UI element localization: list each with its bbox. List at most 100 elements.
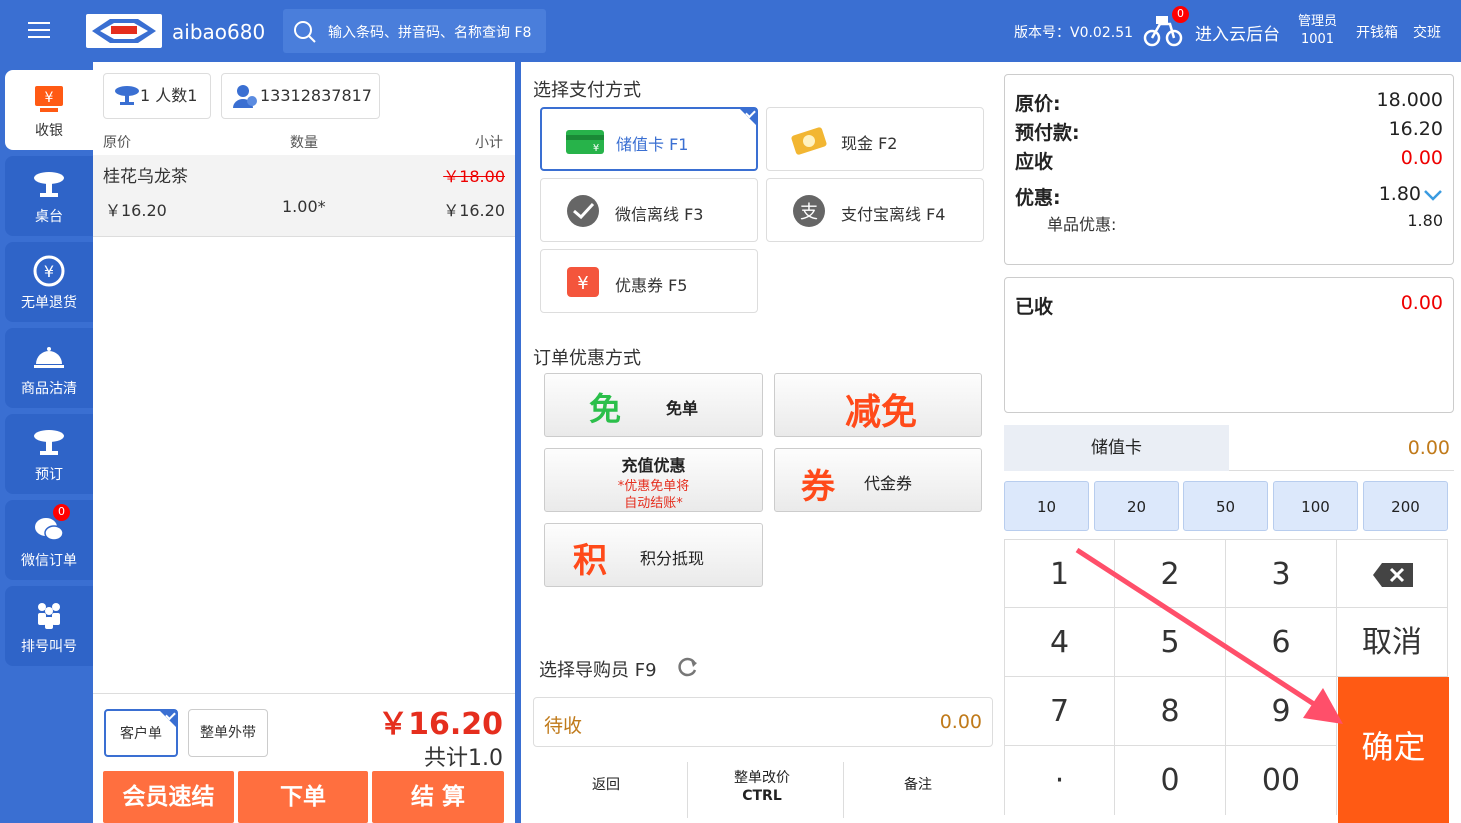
key-7[interactable]: 7	[1004, 677, 1115, 746]
key-0[interactable]: 0	[1115, 746, 1226, 815]
pay-cash-button[interactable]: 现金 F2	[766, 107, 984, 171]
svg-text:¥: ¥	[577, 273, 588, 294]
search-placeholder: 输入条码、拼音码、名称查询 F8	[328, 25, 532, 41]
confirm-key[interactable]: 确定	[1338, 677, 1449, 823]
free-order-button[interactable]: 免 免单	[544, 373, 763, 437]
pay-wechat-offline-button[interactable]: 微信离线 F3	[540, 178, 758, 242]
pending-amount-field: 待收 0.00	[533, 697, 993, 747]
quick-amount-50[interactable]: 50	[1183, 481, 1268, 531]
separator	[843, 762, 844, 818]
order-item-row[interactable]: 桂花乌龙茶 ￥18.00 ￥16.20 1.00* ￥16.20	[93, 155, 515, 237]
user-info[interactable]: 管理员 1001	[1298, 13, 1337, 49]
discount-value: 1.80	[1378, 183, 1421, 205]
col-price-header: 原价	[103, 135, 131, 151]
pay-stored-card-button[interactable]: ¥ 储值卡 F1	[540, 107, 758, 171]
reduce-glyph: 减免	[845, 392, 918, 433]
pay-method-label: 微信离线 F3	[615, 205, 704, 224]
amount-summary: 原价: 18.000 预付款: 16.20 应收 0.00 优惠: 1.80 单…	[1004, 74, 1454, 265]
svg-text:支: 支	[800, 202, 818, 223]
quick-amount-100[interactable]: 100	[1273, 481, 1358, 531]
settlement-panel: 原价: 18.000 预付款: 16.20 应收 0.00 优惠: 1.80 单…	[1001, 62, 1461, 823]
cloud-badge: 0	[1172, 6, 1189, 23]
chevron-down-icon[interactable]	[1423, 189, 1443, 201]
sidebar-item-label: 排号叫号	[21, 639, 77, 655]
key-8[interactable]: 8	[1115, 677, 1226, 746]
pay-method-label: 优惠券 F5	[615, 276, 688, 295]
reduce-button[interactable]: 减免	[774, 373, 982, 437]
order-footer: 客户单 整单外带 ￥16.20 共计1.0 会员速结 下单 结 算	[93, 693, 515, 823]
key-5[interactable]: 5	[1115, 608, 1226, 677]
takeout-toggle[interactable]: 整单外带	[188, 709, 268, 757]
member-quick-checkout-button[interactable]: 会员速结	[103, 771, 234, 823]
sidebar-item-wechat-orders[interactable]: 0 微信订单	[5, 500, 93, 580]
quick-amount-20[interactable]: 20	[1094, 481, 1179, 531]
reservation-icon	[34, 430, 64, 455]
user-role: 管理员	[1298, 14, 1338, 29]
sidebar-item-queue[interactable]: 排号叫号	[5, 586, 93, 666]
place-order-button[interactable]: 下单	[238, 771, 368, 823]
received-label: 已收	[1015, 296, 1054, 318]
pay-method-label: 现金 F2	[841, 134, 898, 153]
customer-order-label: 客户单	[120, 726, 162, 742]
sidebar-item-returns[interactable]: ¥ 无单退货	[5, 242, 93, 322]
pending-label: 待收	[544, 715, 583, 737]
search-input[interactable]: 输入条码、拼音码、名称查询 F8	[283, 9, 546, 53]
quick-amount-10[interactable]: 10	[1004, 481, 1089, 531]
reprice-button[interactable]: 整单改价 CTRL	[689, 757, 835, 823]
key-dot[interactable]: ·	[1004, 746, 1115, 815]
sidebar-item-cashier[interactable]: ¥ 收银	[5, 70, 93, 150]
people-count-chip[interactable]: 1 人数1	[103, 73, 211, 119]
sidebar-item-soldout[interactable]: 商品沽清	[5, 328, 93, 408]
top-bar: aibao680 输入条码、拼音码、名称查询 F8 版本号：V0.02.51 0…	[0, 0, 1461, 62]
cancel-key[interactable]: 取消	[1337, 608, 1448, 677]
member-chip[interactable]: 13312837817	[221, 73, 380, 119]
customer-order-toggle[interactable]: 客户单	[104, 709, 178, 757]
cloud-backend-link[interactable]: 进入云后台	[1195, 20, 1280, 45]
member-phone: 13312837817	[260, 86, 372, 105]
key-4[interactable]: 4	[1004, 608, 1115, 677]
recharge-discount-button[interactable]: 充值优惠 *优惠免单将 自动结账*	[544, 448, 763, 512]
stored-card-label: 储值卡	[1004, 425, 1229, 471]
points-redeem-button[interactable]: 积 积分抵现	[544, 523, 763, 587]
sidebar-item-tables[interactable]: 桌台	[5, 156, 93, 236]
pay-method-label: 支付宝离线 F4	[841, 205, 946, 224]
pay-method-label: 储值卡 F1	[616, 135, 689, 154]
user-id: 1001	[1300, 32, 1335, 47]
pay-alipay-offline-button[interactable]: 支 支付宝离线 F4	[766, 178, 984, 242]
check-corner-icon	[159, 710, 177, 728]
menu-icon[interactable]	[28, 22, 50, 40]
key-1[interactable]: 1	[1004, 539, 1115, 608]
key-9[interactable]: 9	[1226, 677, 1337, 746]
due-value: 0.00	[1400, 147, 1443, 169]
shift-button[interactable]: 交班	[1413, 22, 1441, 42]
prepay-value: 16.20	[1388, 118, 1443, 140]
received-box: 已收 0.00	[1004, 277, 1454, 413]
points-glyph: 积	[573, 541, 607, 581]
shop-name: aibao680	[172, 20, 266, 44]
sidebar-item-reservation[interactable]: 预订	[5, 414, 93, 494]
stored-card-input-row[interactable]: 储值卡 0.00	[1004, 425, 1454, 471]
key-2[interactable]: 2	[1115, 539, 1226, 608]
discount-label: 优惠:	[1015, 187, 1061, 209]
cash-drawer-button[interactable]: 开钱箱	[1356, 22, 1398, 42]
key-3[interactable]: 3	[1226, 539, 1337, 608]
cashier-icon: ¥	[35, 86, 63, 112]
key-00[interactable]: 00	[1226, 746, 1337, 815]
stored-card-amount[interactable]: 0.00	[1229, 425, 1454, 471]
note-button[interactable]: 备注	[845, 757, 991, 823]
refresh-icon[interactable]	[677, 656, 699, 678]
backspace-key[interactable]	[1337, 539, 1448, 608]
quick-amount-200[interactable]: 200	[1363, 481, 1448, 531]
alipay-icon: 支	[793, 195, 825, 227]
select-guide-button[interactable]: 选择导购员 F9	[539, 656, 657, 682]
brand-logo	[86, 14, 162, 48]
voucher-button[interactable]: 券 代金券	[774, 448, 982, 512]
pay-coupon-button[interactable]: ¥ 优惠券 F5	[540, 249, 758, 313]
cash-icon	[791, 127, 827, 155]
svg-text:¥: ¥	[45, 90, 54, 106]
checkout-button[interactable]: 结 算	[372, 771, 504, 823]
back-button[interactable]: 返回	[533, 757, 679, 823]
item-original-price: ￥18.00	[443, 167, 505, 186]
check-circle-icon	[567, 195, 599, 227]
key-6[interactable]: 6	[1226, 608, 1337, 677]
